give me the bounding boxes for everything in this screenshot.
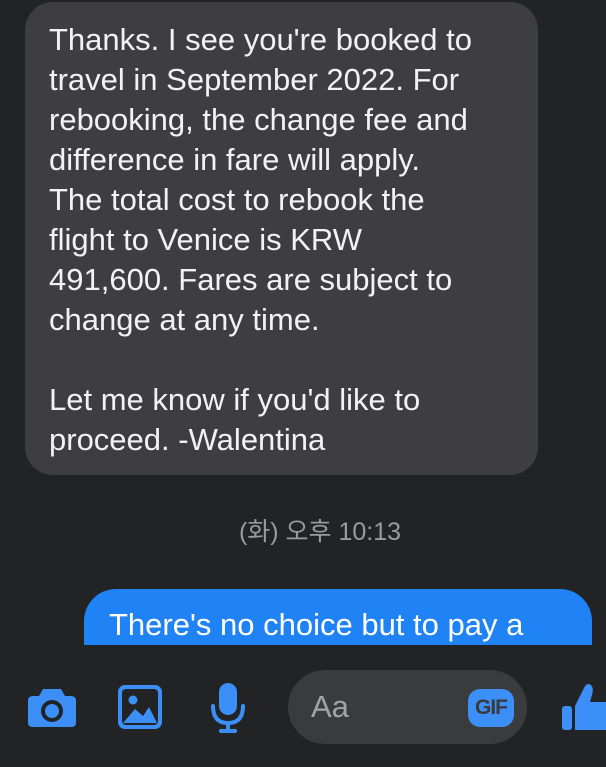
message-timestamp: (화) 오후 10:13	[238, 518, 402, 546]
messenger-screen: Thanks. I see you're booked to travel in…	[0, 0, 606, 767]
message-line: change at any time.	[49, 302, 320, 337]
message-line: flight to Venice is KRW	[49, 222, 363, 257]
message-line: travel in September 2022. For	[49, 62, 460, 97]
message-input-placeholder: Aa	[311, 689, 349, 724]
outgoing-message-bubble[interactable]: There's no choice but to pay a	[84, 589, 592, 645]
microphone-icon[interactable]	[210, 683, 246, 735]
message-thread[interactable]: Thanks. I see you're booked to travel in…	[0, 0, 606, 645]
message-line: difference in fare will apply.	[49, 142, 421, 177]
incoming-message-bubble[interactable]: Thanks. I see you're booked to travel in…	[25, 2, 538, 475]
message-line: 491,600. Fares are subject to	[49, 262, 453, 297]
photo-icon[interactable]	[118, 685, 162, 729]
message-line: Thanks. I see you're booked to	[49, 22, 472, 57]
message-input[interactable]: Aa GIF	[288, 670, 527, 744]
message-line: rebooking, the change fee and	[49, 102, 468, 137]
message-line: There's no choice but to pay a	[109, 607, 524, 642]
thumbs-up-icon[interactable]	[562, 682, 606, 732]
message-line: Let me know if you'd like to	[49, 382, 421, 417]
camera-icon[interactable]	[27, 686, 77, 728]
message-composer: Aa GIF	[0, 645, 606, 767]
message-line: The total cost to rebook the	[49, 182, 425, 217]
gif-button[interactable]: GIF	[468, 689, 514, 727]
message-line: proceed. -Walentina	[49, 422, 326, 457]
